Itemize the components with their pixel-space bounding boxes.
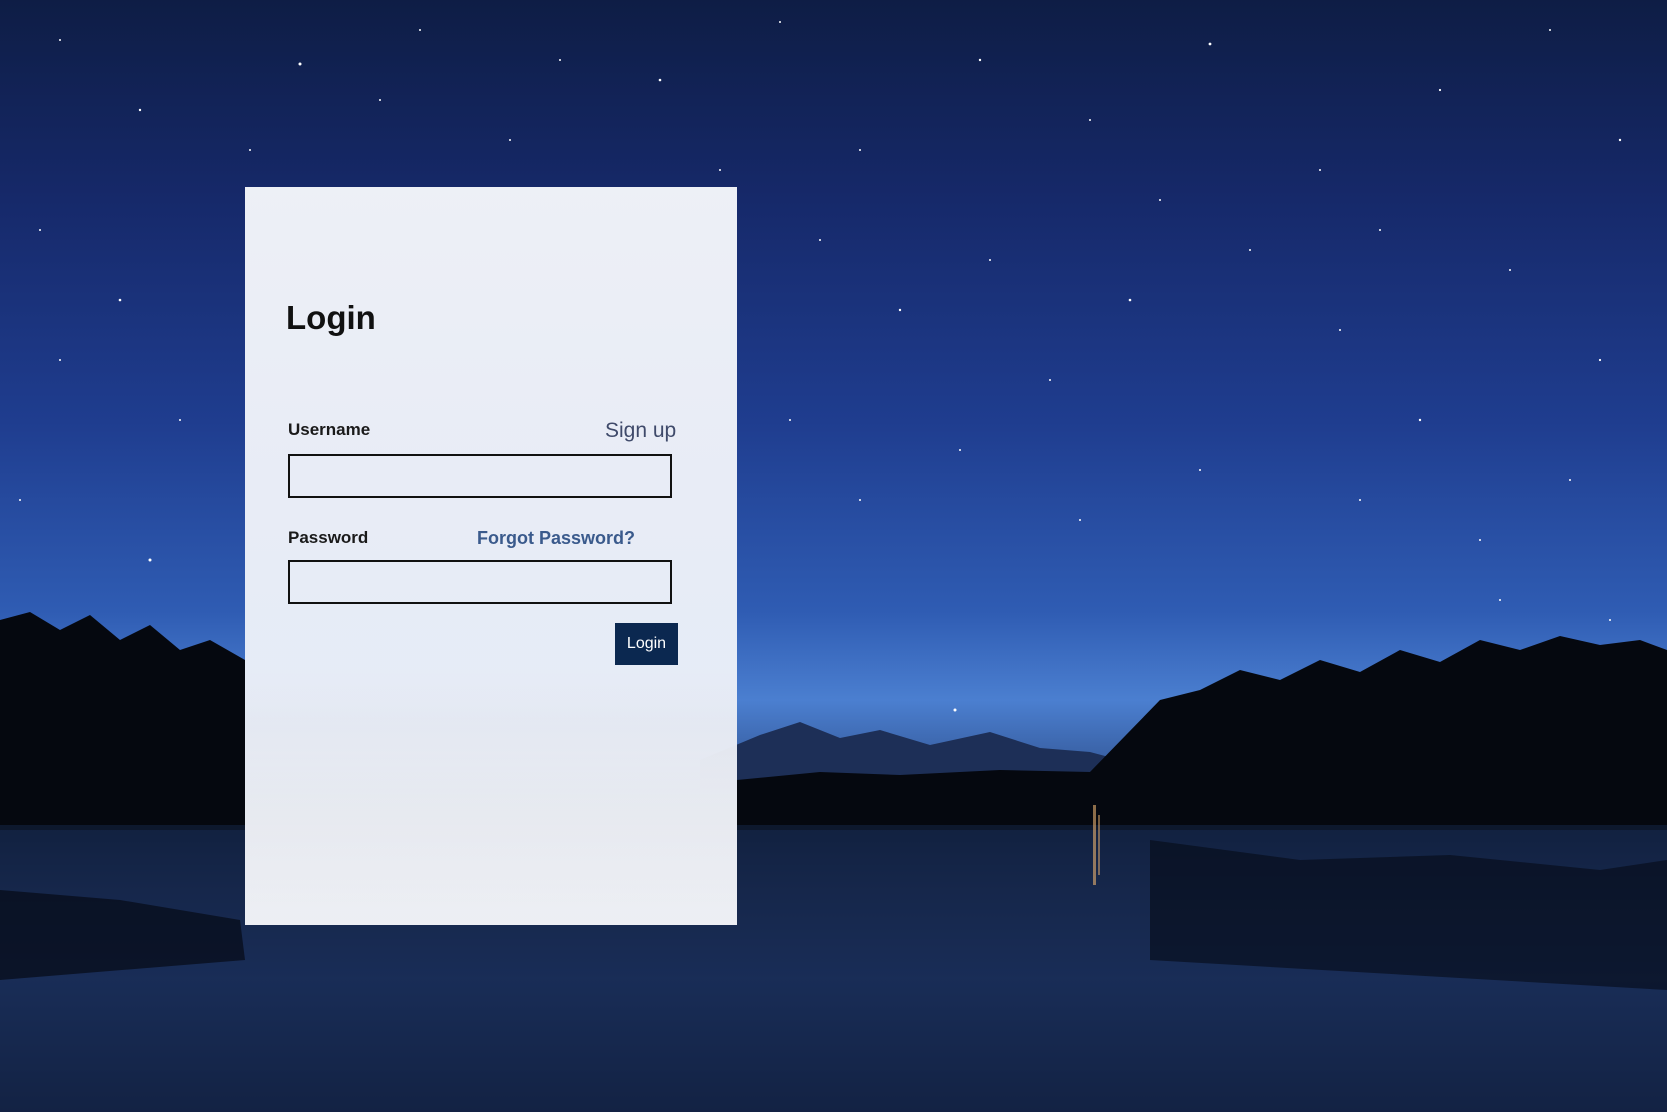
login-card: Login Username Sign up Password Forgot P… xyxy=(245,187,737,925)
login-button[interactable]: Login xyxy=(615,623,678,665)
password-label: Password xyxy=(288,528,369,547)
username-label: Username xyxy=(288,420,371,439)
card-reflection xyxy=(245,667,737,925)
background-night-lake: Login Username Sign up Password Forgot P… xyxy=(0,0,1667,1112)
forgot-password-link[interactable]: Forgot Password? xyxy=(477,528,635,549)
signup-link[interactable]: Sign up xyxy=(605,419,676,443)
login-title: Login xyxy=(286,299,376,336)
username-input[interactable] xyxy=(288,454,672,498)
password-input[interactable] xyxy=(288,560,672,604)
